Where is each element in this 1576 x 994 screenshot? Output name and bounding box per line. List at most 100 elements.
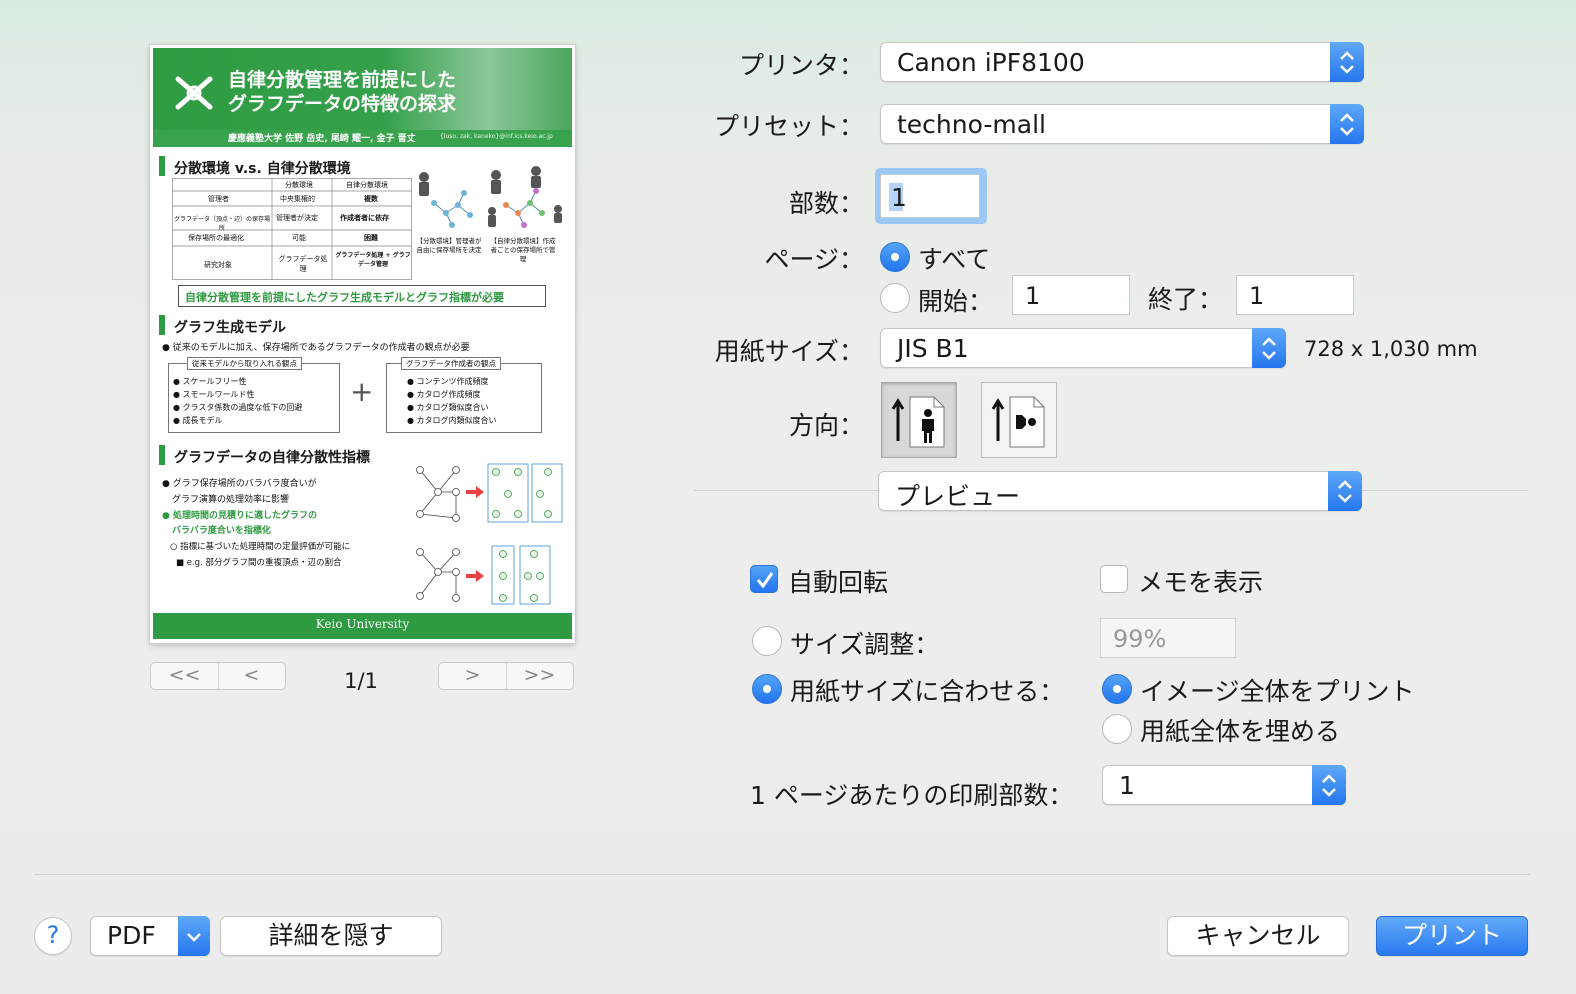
print-entire-image-label[interactable]: イメージ全体をプリント [1140, 672, 1415, 708]
pages-all-label[interactable]: すべて [918, 240, 990, 276]
preview-nav-right-group: > >> [438, 662, 574, 690]
pages-all-radio[interactable] [880, 242, 910, 272]
section3-line: ● 処理時間の見積りに適したグラフの [162, 511, 317, 521]
fit-paper-label: 用紙サイズに合わせる： [790, 677, 1065, 706]
help-icon: ? [46, 921, 60, 949]
table-cell: 研究対象 [204, 261, 232, 269]
preset-popup[interactable]: techno-mall [880, 104, 1364, 144]
box2-item: ● カタログ作成頻度 [407, 390, 481, 399]
caption-left: 【分散環境】管理者が自由に保存場所を決定 [416, 237, 482, 254]
table-cell: グラフデータ処理 + グラフデータ管理 [335, 252, 411, 268]
show-notes-checkbox[interactable] [1100, 565, 1128, 593]
table-cell: 管理者 [208, 195, 229, 203]
first-page-button[interactable]: << [151, 664, 218, 686]
section-marker [159, 156, 165, 176]
table-cell: 管理者が決定 [276, 214, 318, 222]
poster-title-2: グラフデータの特徴の探求 [228, 93, 457, 115]
poster-footer-text: Keio University [315, 617, 410, 631]
cancel-button[interactable]: キャンセル [1167, 916, 1349, 956]
popup-stepper-icon [1252, 328, 1286, 368]
box1-item: ● 成長モデル [173, 416, 223, 425]
poster-callout: 自律分散管理を前提にしたグラフ生成モデルとグラフ指標が必要 [178, 285, 546, 307]
copies-per-page-value: 1 [1119, 771, 1135, 800]
last-page-button[interactable]: >> [506, 664, 573, 686]
next-page-button[interactable]: > [439, 664, 506, 686]
popup-stepper-icon [1312, 765, 1346, 805]
box2-item: ● カタログ内類似度合い [407, 416, 497, 425]
scale-value: 99% [1113, 625, 1167, 653]
poster-box-2: グラフデータ作成者の観点 ● コンテンツ作成頻度 ● カタログ作成頻度 ● カタ… [386, 357, 542, 433]
preset-label: プリセット： [713, 112, 864, 141]
table-cell: 可能 [292, 234, 306, 242]
plus-sign: + [350, 375, 374, 408]
fill-paper-label[interactable]: 用紙全体を埋める [1140, 712, 1340, 748]
printer-popup[interactable]: Canon iPF8100 [880, 42, 1364, 82]
network-illustration [416, 163, 566, 243]
table-cell: 中央集権的 [280, 195, 315, 203]
section3-title: グラフデータの自律分散性指標 [174, 450, 370, 466]
poster-box-1: 従来モデルから取り入れる観点 ● スケールフリー性 ● スモールワールド性 ● … [168, 357, 340, 433]
section3-line: グラフ演算の処理効率に影響 [172, 495, 290, 505]
preset-value: techno-mall [897, 110, 1046, 139]
show-notes-label[interactable]: メモを表示 [1138, 563, 1263, 599]
table-cell: 保存場所の最適化 [188, 234, 244, 242]
paper-size-value: JIS B1 [897, 334, 969, 363]
poster-footer: Keio University [153, 613, 572, 639]
print-entire-image-radio[interactable] [1102, 674, 1132, 704]
box1-item: ● クラスタ係数の過度な低下の回避 [173, 403, 303, 412]
pages-to-field[interactable]: 1 [1236, 275, 1354, 315]
paper-size-popup[interactable]: JIS B1 [880, 328, 1286, 368]
fill-paper-radio[interactable] [1102, 714, 1132, 744]
checkmark-icon [756, 572, 774, 589]
popup-stepper-icon [1330, 42, 1364, 82]
section3-line: ○ 指標に基づいた処理時間の定量評価が可能に [170, 542, 351, 552]
print-preview: 自律分散管理を前提にした グラフデータの特徴の探求 慶應義塾大学 佐野 岳史, … [150, 45, 575, 643]
landscape-icon [991, 396, 1045, 448]
graph-diagrams [408, 460, 568, 610]
pages-label: ページ： [764, 245, 864, 274]
table-cell: 困難 [364, 234, 378, 242]
callout-text: 自律分散管理を前提にしたグラフ生成モデルとグラフ指標が必要 [185, 291, 504, 304]
printer-label: プリンタ： [738, 51, 864, 80]
scale-radio[interactable] [752, 626, 782, 656]
section-popup[interactable]: プレビュー [878, 471, 1362, 511]
pages-to-value: 1 [1249, 282, 1265, 310]
auto-rotate-checkbox[interactable] [750, 565, 778, 593]
section-marker [159, 445, 165, 465]
box1-item: ● スモールワールド性 [173, 390, 255, 399]
box2-item: ● コンテンツ作成頻度 [407, 377, 489, 386]
table-header: 自律分散環境 [346, 181, 388, 189]
paper-dimensions: 728 x 1,030 mm [1304, 337, 1478, 361]
section3-line: ■ e.g. 部分グラフ間の重複頂点・辺の割合 [176, 558, 342, 568]
pages-from-field[interactable]: 1 [1012, 275, 1130, 315]
box2-title: グラフデータ作成者の観点 [401, 357, 501, 370]
section-marker [159, 315, 165, 335]
scale-field[interactable]: 99% [1100, 618, 1236, 658]
section2-bullet: ● 従来のモデルに加え、保存場所であるグラフデータの作成者の観点が必要 [162, 343, 470, 353]
hide-details-button[interactable]: 詳細を隠す [220, 916, 442, 956]
copies-label: 部数： [788, 189, 864, 218]
poster-emails: {luso, zak, kaneko}@inf.ics.keio.ac.jp [440, 133, 553, 140]
help-button[interactable]: ? [34, 917, 72, 955]
previous-page-button[interactable]: < [218, 664, 285, 686]
footer-divider [34, 874, 1530, 875]
print-button[interactable]: プリント [1376, 916, 1528, 956]
copies-per-page-popup[interactable]: 1 [1102, 765, 1346, 805]
poster-title-1: 自律分散管理を前提にした [228, 69, 457, 91]
pages-to-label: 終了： [1148, 285, 1224, 314]
preview-nav-left-group: << < [150, 662, 286, 690]
box1-title: 従来モデルから取り入れる観点 [187, 357, 302, 370]
portrait-button[interactable] [881, 382, 957, 458]
section-popup-value: プレビュー [895, 482, 1021, 511]
page-indicator: 1/1 [344, 669, 378, 693]
pdf-menu-button[interactable]: PDF [90, 916, 210, 956]
pdf-label: PDF [107, 921, 156, 950]
poster-authors: 慶應義塾大学 佐野 岳史, 尾崎 耀一, 金子 晋丈 [228, 134, 416, 144]
pages-range-radio[interactable] [880, 283, 910, 313]
copies-field[interactable]: 1 [880, 174, 980, 218]
section2-title: グラフ生成モデル [174, 320, 286, 336]
caption-right: 【自律分散環境】作成者ごとの保存場所で管理 [490, 237, 556, 263]
landscape-button[interactable] [981, 382, 1057, 458]
fit-paper-radio[interactable] [752, 674, 782, 704]
auto-rotate-label[interactable]: 自動回転 [788, 563, 888, 599]
